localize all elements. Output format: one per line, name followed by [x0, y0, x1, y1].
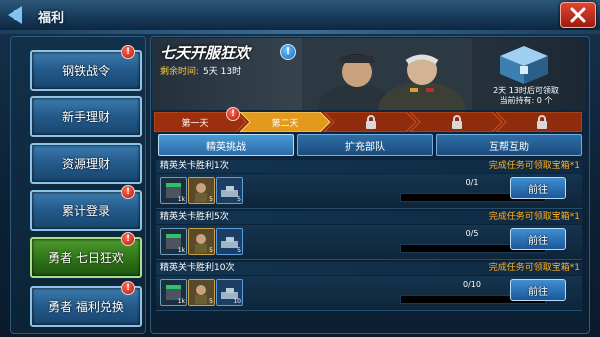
subtab-label: 精英挑战 — [206, 141, 246, 153]
task-reward: 完成任务可领取宝箱*1 — [488, 161, 580, 171]
go-button-label: 前往 — [528, 235, 548, 247]
sidebar-item-label: 勇者 福利兑换 — [48, 300, 124, 314]
title-bar: 福利 — [0, 0, 600, 31]
alert-badge-icon: ! — [226, 107, 240, 121]
task-name: 精英关卡胜利10次 — [160, 263, 235, 273]
info-icon[interactable]: ! — [280, 44, 296, 60]
go-button[interactable]: 前往 — [510, 177, 566, 199]
item-count: 5 — [209, 196, 213, 203]
time-value: 5天 13时 — [203, 67, 242, 77]
tab-day-2[interactable]: 第二天 — [244, 112, 326, 132]
list-item: 精英关卡胜利10次 完成任务可领取宝箱*1 1k 5 10 0/10 前往 — [156, 262, 582, 311]
time-label: 剩余时间: — [160, 67, 200, 77]
back-arrow-icon[interactable] — [8, 6, 22, 24]
day-label: 第一天 — [181, 118, 209, 129]
crate-icon[interactable]: 1k — [160, 228, 187, 255]
item-count: 1k — [177, 196, 185, 203]
tank-icon[interactable]: 10 — [216, 279, 243, 306]
task-body: 1k 5 5 0/1 前往 — [156, 174, 582, 209]
sidebar-item-label: 勇者 七日狂欢 — [48, 251, 124, 265]
remaining-time: 剩余时间: 5天 13时 — [160, 64, 241, 77]
tab-day-4-locked[interactable] — [416, 112, 498, 132]
sidebar-item-newbie-finance[interactable]: 新手理财 — [30, 96, 142, 137]
tank-icon[interactable]: 5 — [216, 228, 243, 255]
close-button[interactable] — [560, 2, 596, 28]
item-count: 5 — [209, 247, 213, 254]
task-name: 精英关卡胜利1次 — [160, 161, 229, 171]
sidebar-item-label: 新手理财 — [61, 110, 110, 124]
task-reward: 完成任务可领取宝箱*1 — [488, 212, 580, 222]
subtab-label: 互帮互助 — [489, 141, 529, 153]
alert-badge-icon: ! — [121, 281, 135, 295]
tab-elite-challenge[interactable]: 精英挑战 — [158, 134, 294, 156]
list-item: 精英关卡胜利5次 完成任务可领取宝箱*1 1k 5 5 0/5 前往 — [156, 211, 582, 260]
task-name: 精英关卡胜利5次 — [160, 212, 229, 222]
chest-unlock-time: 2天 13时后可领取 — [493, 86, 559, 95]
go-button-label: 前往 — [528, 184, 548, 196]
lock-icon — [366, 115, 376, 129]
day-label: 第二天 — [271, 118, 299, 129]
event-title: 七天开服狂欢 — [160, 44, 251, 62]
alert-badge-icon: ! — [121, 185, 135, 199]
lock-icon — [537, 115, 547, 129]
tab-day-5-locked[interactable] — [502, 112, 582, 132]
list-item: 精英关卡胜利1次 完成任务可领取宝箱*1 1k 5 5 0/1 前往 — [156, 160, 582, 209]
tab-day-3-locked[interactable] — [330, 112, 412, 132]
task-header: 精英关卡胜利10次 完成任务可领取宝箱*1 — [156, 262, 582, 275]
task-header: 精英关卡胜利5次 完成任务可领取宝箱*1 — [156, 211, 582, 224]
task-body: 1k 5 10 0/10 前往 — [156, 276, 582, 311]
reward-chest-icon[interactable] — [494, 44, 554, 86]
alert-badge-icon: ! — [121, 232, 135, 246]
go-button-label: 前往 — [528, 286, 548, 298]
close-icon — [570, 7, 586, 23]
soldier-icon[interactable]: 5 — [188, 279, 215, 306]
event-banner: 七天开服狂欢 ! 剩余时间: 5天 13时 2天 13时后可领取 当前持有: 0 … — [152, 38, 586, 110]
item-count: 1k — [177, 247, 185, 254]
day-tabs: 第一天 ! 第二天 — [154, 107, 582, 132]
alert-badge-icon: ! — [121, 45, 135, 59]
tank-icon[interactable]: 5 — [216, 177, 243, 204]
item-count: 5 — [209, 298, 213, 305]
tab-expand-troops[interactable]: 扩充部队 — [297, 134, 433, 156]
window-title: 福利 — [38, 11, 65, 26]
go-button[interactable]: 前往 — [510, 228, 566, 250]
tab-mutual-help[interactable]: 互帮互助 — [436, 134, 582, 156]
chest-owned-count: 当前持有: 0 个 — [499, 96, 553, 105]
sidebar-item-resource-finance[interactable]: 资源理财 — [30, 143, 142, 184]
tab-day-1[interactable]: 第一天 — [154, 112, 236, 132]
subtab-label: 扩充部队 — [345, 141, 385, 153]
item-count: 5 — [237, 247, 241, 254]
sidebar-item-label: 钢铁战令 — [61, 64, 110, 78]
sidebar-item-label: 资源理财 — [61, 157, 110, 171]
crate-icon[interactable]: 1k — [160, 279, 187, 306]
task-header: 精英关卡胜利1次 完成任务可领取宝箱*1 — [156, 160, 582, 173]
item-count: 1k — [177, 298, 185, 305]
lock-icon — [452, 115, 462, 129]
sidebar-item-label: 累计登录 — [61, 204, 110, 218]
officers-portrait-icon — [302, 38, 472, 110]
go-button[interactable]: 前往 — [510, 279, 566, 301]
header-divider — [0, 30, 600, 34]
item-count: 5 — [237, 196, 241, 203]
soldier-icon[interactable]: 5 — [188, 177, 215, 204]
chest-status: 2天 13时后可领取 当前持有: 0 个 — [470, 86, 582, 106]
task-reward: 完成任务可领取宝箱*1 — [488, 263, 580, 273]
item-count: 10 — [233, 298, 241, 305]
soldier-icon[interactable]: 5 — [188, 228, 215, 255]
task-body: 1k 5 5 0/5 前往 — [156, 225, 582, 260]
crate-icon[interactable]: 1k — [160, 177, 187, 204]
